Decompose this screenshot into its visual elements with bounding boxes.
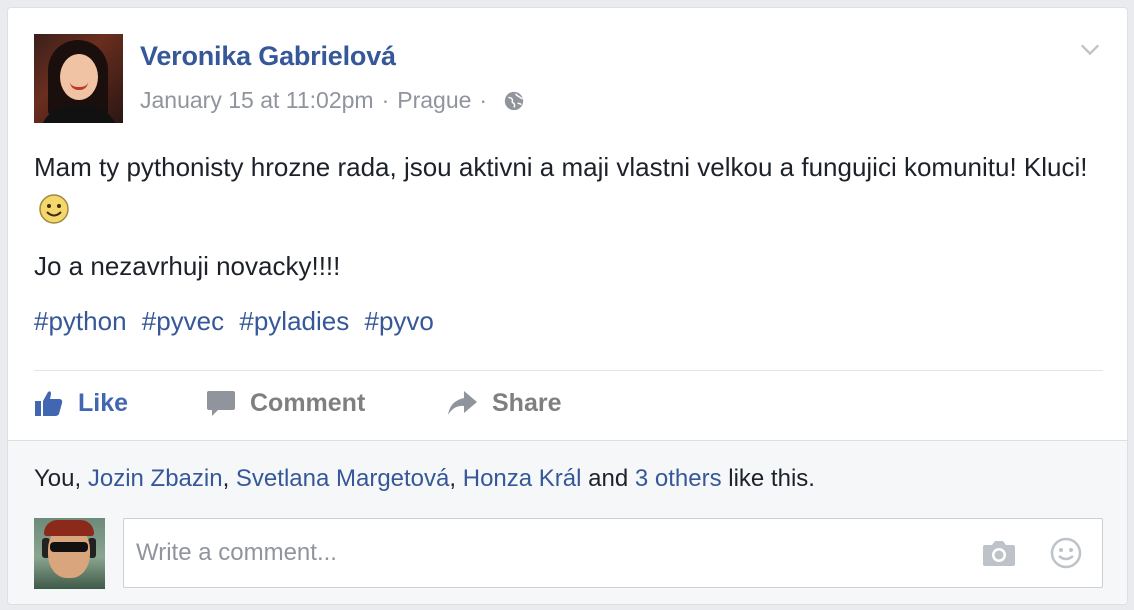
post-meta: January 15 at 11:02pm · Prague · xyxy=(140,87,525,114)
hashtag-pyvec[interactable]: #pyvec xyxy=(142,306,224,336)
meta-separator: · xyxy=(381,87,390,113)
liker-link[interactable]: Honza Král xyxy=(463,465,582,492)
share-label: Share xyxy=(492,388,562,417)
liker-link[interactable]: Jozin Zbazin xyxy=(88,465,223,492)
post-text-line2: Jo a nezavrhuji novacky!!!! xyxy=(34,251,341,281)
liker-link[interactable]: Svetlana Margetová xyxy=(236,465,449,492)
comment-box xyxy=(123,518,1103,588)
globe-icon[interactable] xyxy=(503,90,525,112)
post-text-line1: Mam ty pythonisty hrozne rada, jsou akti… xyxy=(34,152,1088,182)
chevron-down-icon[interactable] xyxy=(1079,38,1101,60)
likes-summary: You, Jozin Zbazin, Svetlana Margetová, H… xyxy=(34,465,815,493)
emoji-picker-icon[interactable] xyxy=(1050,537,1082,569)
likes-suffix: like this. xyxy=(728,465,815,492)
likes-you: You, xyxy=(34,465,82,492)
post-card: Veronika Gabrielová January 15 at 11:02p… xyxy=(7,7,1128,605)
action-bar: Like Comment Share xyxy=(34,382,561,424)
author-avatar[interactable] xyxy=(34,34,123,123)
likes-and: and xyxy=(588,465,629,492)
likes-others-link[interactable]: 3 others xyxy=(635,465,722,492)
smiley-emoji-icon xyxy=(39,194,69,224)
comment-icon xyxy=(207,391,235,416)
current-user-avatar[interactable] xyxy=(34,518,105,589)
post-timestamp[interactable]: January 15 at 11:02pm xyxy=(140,87,374,114)
post-footer: You, Jozin Zbazin, Svetlana Margetová, H… xyxy=(8,440,1127,604)
like-label: Like xyxy=(78,388,129,417)
camera-icon[interactable] xyxy=(982,539,1016,567)
meta-separator: · xyxy=(479,87,488,113)
divider xyxy=(34,370,1103,371)
author-name[interactable]: Veronika Gabrielová xyxy=(140,41,396,72)
post-location[interactable]: Prague xyxy=(397,87,471,114)
hashtags: #python #pyvec #pyladies #pyvo xyxy=(34,306,442,337)
like-button[interactable]: Like xyxy=(34,389,206,418)
thumbs-up-icon xyxy=(35,391,63,416)
likes-comma: , xyxy=(222,465,230,492)
likes-comma: , xyxy=(449,465,457,492)
share-button[interactable]: Share xyxy=(446,389,561,418)
hashtag-python[interactable]: #python xyxy=(34,306,127,336)
comment-input[interactable] xyxy=(124,519,982,587)
comment-label: Comment xyxy=(250,388,366,417)
post-text: Mam ty pythonisty hrozne rada, jsou akti… xyxy=(34,146,1094,232)
comment-button[interactable]: Comment xyxy=(206,389,446,418)
share-arrow-icon xyxy=(448,391,477,415)
hashtag-pyladies[interactable]: #pyladies xyxy=(239,306,349,336)
hashtag-pyvo[interactable]: #pyvo xyxy=(364,306,433,336)
